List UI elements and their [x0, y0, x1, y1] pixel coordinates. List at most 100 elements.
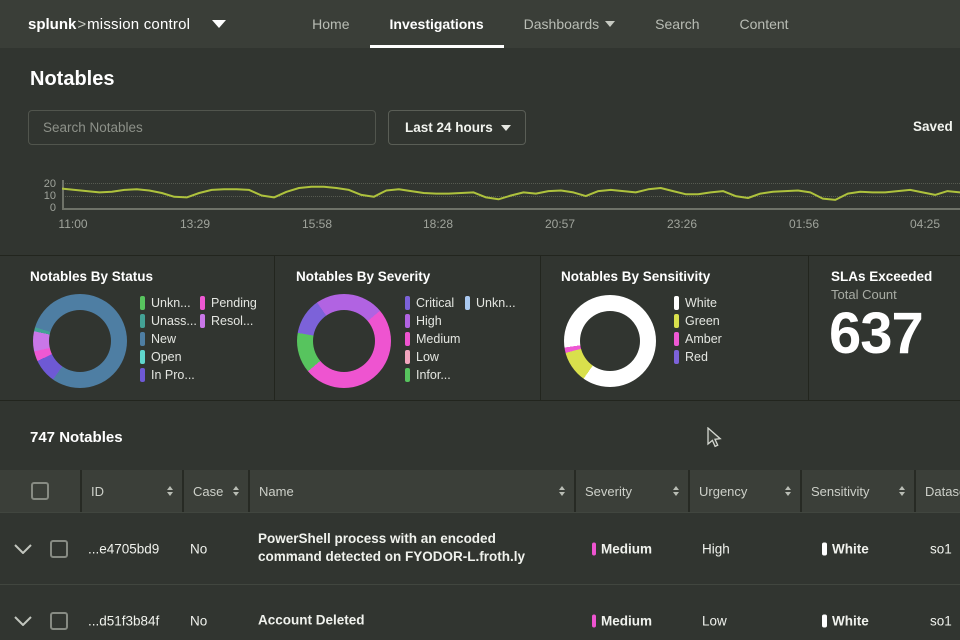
cell-sensitivity: White	[832, 613, 869, 628]
time-range-dropdown[interactable]: Last 24 hours	[388, 110, 526, 145]
legend-swatch	[140, 368, 145, 382]
expand-chevron-icon[interactable]	[14, 615, 32, 626]
x-tick: 01:56	[788, 217, 820, 231]
status-donut-chart	[33, 294, 127, 388]
legend-swatch	[674, 350, 679, 364]
legend-swatch	[674, 296, 679, 310]
panel-title: Notables By Severity	[296, 269, 431, 284]
y-tick-0: 0	[49, 202, 56, 214]
column-label: Urgency	[699, 483, 748, 499]
splunk-mission-control-screen: splunk > mission control Home Investigat…	[0, 0, 960, 640]
x-tick: 20:57	[544, 217, 576, 231]
legend-item: Open	[140, 350, 197, 364]
table-row[interactable]: ...e4705bd9 No PowerShell process with a…	[0, 512, 960, 584]
donut-hole	[49, 310, 111, 372]
legend-label: Critical	[416, 296, 455, 310]
table-row[interactable]: ...d51f3b84f No Account Deleted Medium L…	[0, 584, 960, 640]
column-header-id[interactable]: ID	[82, 470, 182, 512]
nav-item-dashboards[interactable]: Dashboards	[504, 0, 636, 48]
legend-item: Unkn...	[465, 296, 516, 310]
panel-title: Notables By Status	[30, 269, 154, 284]
column-label: ID	[91, 483, 104, 499]
nav-item-home[interactable]: Home	[292, 0, 369, 48]
splunk-logo[interactable]: splunk > mission control	[0, 0, 190, 48]
legend-item: In Pro...	[140, 368, 197, 382]
cell-id: ...d51f3b84f	[88, 613, 160, 628]
column-label: Case	[193, 483, 224, 499]
column-header-severity[interactable]: Severity	[576, 470, 688, 512]
search-input[interactable]	[28, 110, 376, 145]
panel-notables-by-status: Notables By Status Unkn... Unass... New …	[0, 256, 274, 400]
cell-name[interactable]: Account Deleted	[258, 611, 562, 630]
legend-swatch	[140, 296, 145, 310]
time-range-label: Last 24 hours	[405, 120, 493, 135]
notables-count-title: 747 Notables	[30, 429, 123, 446]
cell-name[interactable]: PowerShell process with an encoded comma…	[258, 530, 562, 568]
severity-legend-col2: Unkn...	[465, 296, 516, 310]
legend-swatch	[405, 296, 410, 310]
legend-label: In Pro...	[151, 368, 195, 382]
column-header-case[interactable]: Case	[184, 470, 248, 512]
legend-swatch	[674, 314, 679, 328]
severity-donut-chart	[297, 294, 391, 388]
column-header-datasource[interactable]: Dataso	[916, 470, 960, 512]
sort-icon[interactable]	[673, 486, 679, 496]
sensitivity-legend: White Green Amber Red	[674, 296, 722, 364]
legend-swatch	[465, 296, 470, 310]
legend-swatch	[405, 314, 410, 328]
column-header-sensitivity[interactable]: Sensitivity	[802, 470, 914, 512]
legend-item: Critical	[405, 296, 460, 310]
cell-case: No	[190, 613, 208, 628]
sort-icon[interactable]	[559, 486, 565, 496]
app-switcher-caret-icon[interactable]	[212, 20, 227, 28]
cell-datasource: so1	[930, 613, 952, 628]
legend-label: Green	[685, 314, 720, 328]
column-header-urgency[interactable]: Urgency	[690, 470, 800, 512]
legend-item: Medium	[405, 332, 460, 346]
status-legend-col2: Pending Resol...	[200, 296, 257, 328]
legend-label: White	[685, 296, 717, 310]
nav-item-content[interactable]: Content	[720, 0, 809, 48]
legend-swatch	[200, 314, 205, 328]
nav-item-label: Home	[312, 16, 350, 32]
panel-notables-by-sensitivity: Notables By Sensitivity White Green Ambe…	[540, 256, 808, 400]
logo-gt: >	[77, 15, 87, 33]
severity-swatch	[592, 614, 596, 627]
expand-chevron-icon[interactable]	[14, 543, 32, 554]
row-checkbox[interactable]	[50, 539, 68, 558]
column-label: Sensitivity	[811, 483, 870, 499]
notables-table-header: ID Case Name Severity Urgency Sensitivit…	[0, 470, 960, 512]
chevron-down-icon	[501, 124, 511, 131]
legend-label: Low	[416, 350, 439, 364]
nav-item-investigations[interactable]: Investigations	[369, 0, 504, 48]
saved-filters-link[interactable]: Saved	[913, 119, 953, 134]
x-tick: 11:00	[58, 217, 88, 231]
severity-legend-col1: Critical High Medium Low Infor...	[405, 296, 460, 382]
column-header-name[interactable]: Name	[250, 470, 574, 512]
legend-item: Resol...	[200, 314, 257, 328]
sort-icon[interactable]	[233, 486, 239, 496]
legend-item: Pending	[200, 296, 257, 310]
row-checkbox[interactable]	[50, 611, 68, 630]
donut-hole	[580, 311, 640, 371]
header-select-all-cell	[0, 470, 80, 512]
nav-item-search[interactable]: Search	[635, 0, 719, 48]
x-tick: 04:25	[909, 217, 941, 231]
sort-icon[interactable]	[167, 486, 173, 496]
cell-sensitivity: White	[832, 541, 869, 556]
cell-urgency: Low	[702, 613, 727, 628]
y-tick-10: 10	[43, 190, 56, 202]
sort-icon[interactable]	[785, 486, 791, 496]
select-all-checkbox[interactable]	[31, 482, 49, 500]
sensitivity-swatch	[822, 542, 827, 555]
mouse-cursor	[707, 427, 722, 448]
x-tick: 18:28	[422, 217, 454, 231]
legend-swatch	[140, 350, 145, 364]
cell-urgency: High	[702, 541, 730, 556]
legend-label: Resol...	[211, 314, 254, 328]
nav-items: Home Investigations Dashboards Search Co…	[292, 0, 808, 48]
logo-product: mission control	[87, 15, 191, 33]
sort-icon[interactable]	[899, 486, 905, 496]
severity-swatch	[592, 542, 596, 555]
y-tick-20: 20	[43, 178, 56, 190]
